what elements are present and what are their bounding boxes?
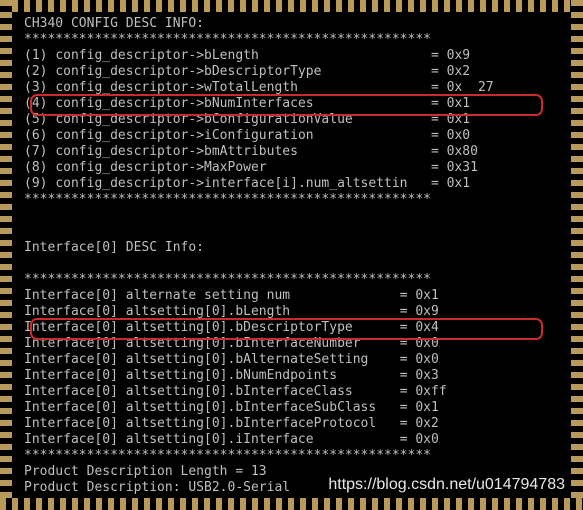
cfg-idx: (2) (24, 64, 55, 80)
iface-key: Interface[0] altsetting[0].bInterfacePro… (24, 416, 400, 432)
cfg-val: = 0x1 (431, 112, 470, 128)
cfg-idx: (4) (24, 96, 55, 112)
iface-val: = 0x1 (400, 288, 439, 304)
iface-val: = 0x3 (400, 368, 439, 384)
iface-key: Interface[0] altsetting[0].bNumEndpoints (24, 368, 400, 384)
cfg-key: config_descriptor->iConfiguration (55, 128, 431, 144)
iface-val: = 0x0 (400, 432, 439, 448)
iface-val: = 0x9 (400, 304, 439, 320)
cfg-val: = 0x1 (431, 176, 470, 192)
divider-stars: ****************************************… (24, 32, 431, 48)
iface-key: Interface[0] altsetting[0].iInterface (24, 432, 400, 448)
product-length: Product Description Length = 13 (24, 464, 267, 480)
cfg-key: config_descriptor->MaxPower (55, 160, 431, 176)
chip-border-right (571, 0, 583, 510)
cfg-key: config_descriptor->bDescriptorType (55, 64, 431, 80)
cfg-val: = 0x2 (431, 64, 470, 80)
cfg-val: = 0x1 (431, 96, 470, 112)
cfg-idx: (3) (24, 80, 55, 96)
watermark-url: https://blog.csdn.net/u014794783 (328, 476, 565, 494)
cfg-key: config_descriptor->bLength (55, 48, 431, 64)
cfg-key: config_descriptor->wTotalLength (55, 80, 431, 96)
iface-val: = 0x0 (400, 336, 439, 352)
iface-key: Interface[0] altsetting[0].bDescriptorTy… (24, 320, 400, 336)
iface-title: Interface[0] DESC Info: (24, 240, 204, 256)
cfg-val: = 0x31 (431, 160, 478, 176)
iface-key: Interface[0] altsetting[0].bInterfaceSub… (24, 400, 400, 416)
cfg-key: config_descriptor->bmAttributes (55, 144, 431, 160)
iface-key: Interface[0] altsetting[0].bAlternateSet… (24, 352, 400, 368)
divider-stars: ****************************************… (24, 272, 431, 288)
cfg-val: = 0x 27 (431, 80, 494, 96)
terminal-content: CH340 CONFIG DESC INFO:*****************… (12, 12, 571, 498)
cfg-idx: (6) (24, 128, 55, 144)
cfg-val: = 0x80 (431, 144, 478, 160)
cfg-val: = 0x9 (431, 48, 470, 64)
iface-key: Interface[0] altsetting[0].bInterfaceCla… (24, 384, 400, 400)
divider-stars: ****************************************… (24, 192, 431, 208)
terminal-window: CH340 CONFIG DESC INFO:*****************… (0, 0, 583, 510)
divider-stars: ****************************************… (24, 448, 431, 464)
product-desc: Product Description: USB2.0-Serial (24, 480, 290, 496)
cfg-val: = 0x0 (431, 128, 470, 144)
cfg-key: config_descriptor->bConfigurationValue (55, 112, 431, 128)
cfg-key: config_descriptor->bNumInterfaces (55, 96, 431, 112)
iface-val: = 0x2 (400, 416, 439, 432)
iface-val: = 0x0 (400, 352, 439, 368)
cfg-idx: (8) (24, 160, 55, 176)
iface-key: Interface[0] alternate setting num (24, 288, 400, 304)
header-title: CH340 CONFIG DESC INFO: (24, 16, 204, 32)
cfg-idx: (7) (24, 144, 55, 160)
iface-key: Interface[0] altsetting[0].bLength (24, 304, 400, 320)
iface-val: = 0xff (400, 384, 447, 400)
cfg-idx: (1) (24, 48, 55, 64)
iface-val: = 0x4 (400, 320, 439, 336)
iface-val: = 0x1 (400, 400, 439, 416)
cfg-key: config_descriptor->interface[i].num_alts… (55, 176, 431, 192)
chip-border-left (0, 0, 12, 510)
iface-key: Interface[0] altsetting[0].bInterfaceNum… (24, 336, 400, 352)
cfg-idx: (5) (24, 112, 55, 128)
cfg-idx: (9) (24, 176, 55, 192)
